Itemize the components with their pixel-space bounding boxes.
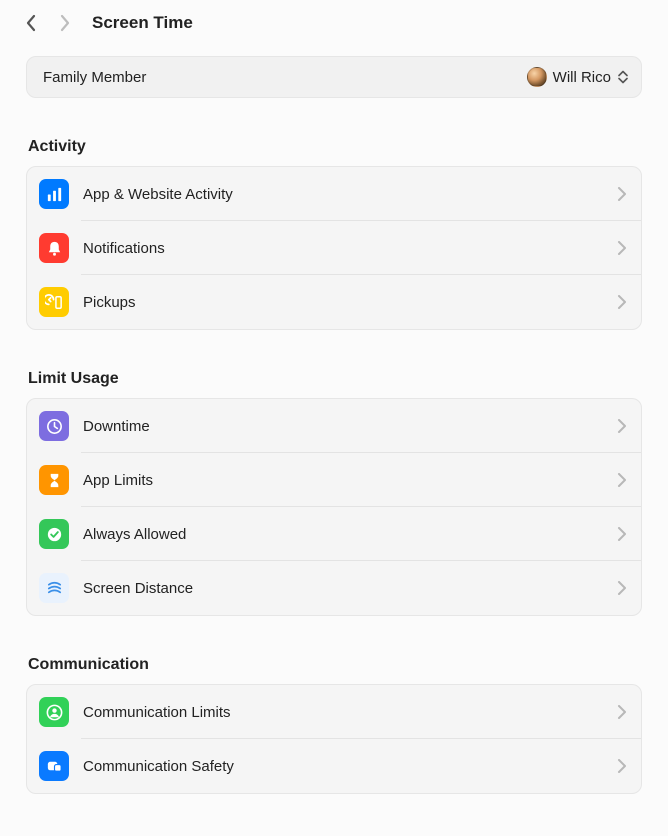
- checkmark-seal-icon: [39, 519, 69, 549]
- communication-safety-icon: [39, 751, 69, 781]
- section-title-activity: Activity: [28, 138, 642, 156]
- section-group-communication: Communication Limits Communication Safet…: [26, 684, 642, 794]
- family-member-select[interactable]: Will Rico: [527, 67, 629, 87]
- family-member-label: Family Member: [43, 69, 146, 86]
- section-title-communication: Communication: [28, 656, 642, 674]
- nav-arrows: [20, 12, 76, 34]
- header: Screen Time: [0, 0, 668, 46]
- row-always-allowed[interactable]: Always Allowed: [27, 507, 641, 561]
- page-title: Screen Time: [92, 13, 193, 33]
- forward-button: [54, 12, 76, 34]
- row-app-limits[interactable]: App Limits: [27, 453, 641, 507]
- row-label: Notifications: [83, 240, 603, 257]
- bell-icon: [39, 233, 69, 263]
- family-member-row[interactable]: Family Member Will Rico: [26, 56, 642, 98]
- chevron-right-icon: [617, 759, 627, 773]
- section-group-limit-usage: Downtime App Limits Always Allowed Scree…: [26, 398, 642, 616]
- chevron-right-icon: [617, 527, 627, 541]
- chevron-right-icon: [617, 581, 627, 595]
- row-pickups[interactable]: Pickups: [27, 275, 641, 329]
- content: Family Member Will Rico Activity App & W…: [0, 56, 668, 794]
- avatar: [527, 67, 547, 87]
- row-app-website-activity[interactable]: App & Website Activity: [27, 167, 641, 221]
- chevron-left-icon: [25, 14, 37, 32]
- row-label: Always Allowed: [83, 526, 603, 543]
- section-title-limit-usage: Limit Usage: [28, 370, 642, 388]
- activity-chart-icon: [39, 179, 69, 209]
- row-label: App Limits: [83, 472, 603, 489]
- row-label: Screen Distance: [83, 580, 603, 597]
- row-label: Downtime: [83, 418, 603, 435]
- row-screen-distance[interactable]: Screen Distance: [27, 561, 641, 615]
- chevron-right-icon: [617, 241, 627, 255]
- screen-distance-icon: [39, 573, 69, 603]
- chevron-right-icon: [59, 14, 71, 32]
- chevron-right-icon: [617, 705, 627, 719]
- row-communication-safety[interactable]: Communication Safety: [27, 739, 641, 793]
- family-member-name: Will Rico: [553, 69, 611, 86]
- row-downtime[interactable]: Downtime: [27, 399, 641, 453]
- updown-icon: [617, 69, 629, 85]
- row-label: App & Website Activity: [83, 186, 603, 203]
- pickups-icon: [39, 287, 69, 317]
- chevron-right-icon: [617, 187, 627, 201]
- person-circle-icon: [39, 697, 69, 727]
- section-group-activity: App & Website Activity Notifications Pic…: [26, 166, 642, 330]
- clock-icon: [39, 411, 69, 441]
- row-label: Pickups: [83, 294, 603, 311]
- back-button[interactable]: [20, 12, 42, 34]
- chevron-right-icon: [617, 295, 627, 309]
- chevron-right-icon: [617, 473, 627, 487]
- chevron-right-icon: [617, 419, 627, 433]
- hourglass-icon: [39, 465, 69, 495]
- row-notifications[interactable]: Notifications: [27, 221, 641, 275]
- row-label: Communication Safety: [83, 758, 603, 775]
- row-label: Communication Limits: [83, 704, 603, 721]
- row-communication-limits[interactable]: Communication Limits: [27, 685, 641, 739]
